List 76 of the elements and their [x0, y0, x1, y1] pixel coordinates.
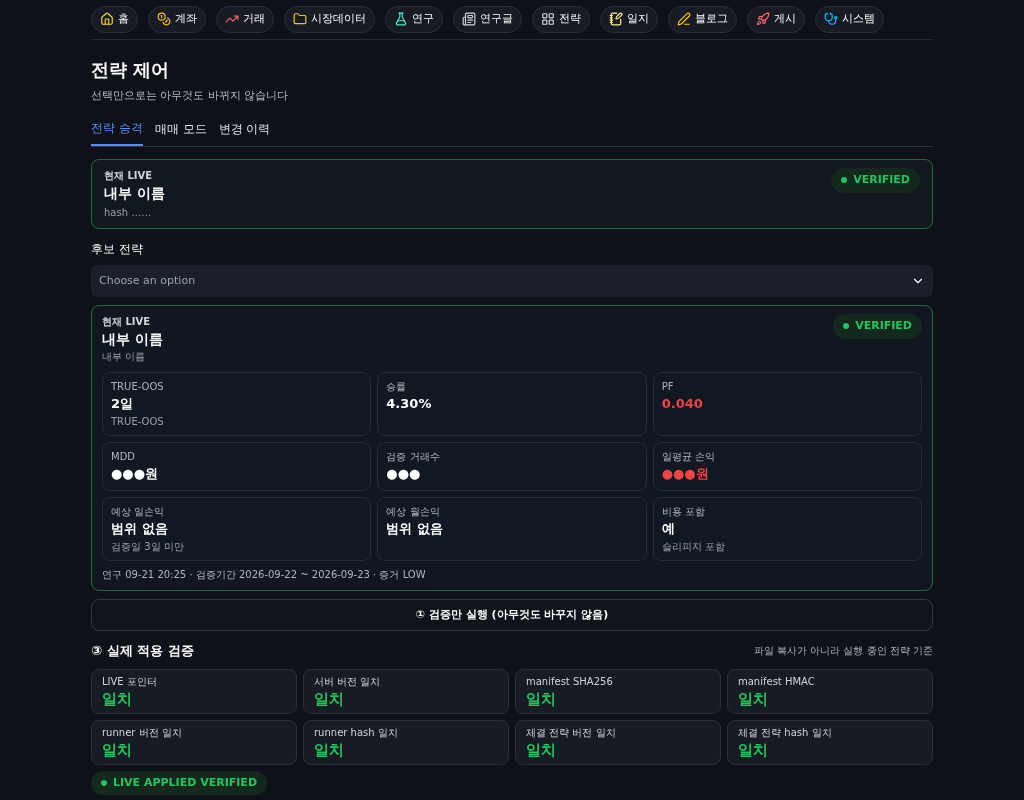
- nav-tab[interactable]: 거래: [216, 6, 274, 33]
- metric-value: 2일: [111, 395, 135, 413]
- nav-tab[interactable]: 계좌: [148, 6, 206, 33]
- metric-value: ●●●원: [111, 465, 160, 483]
- check-label: manifest HMAC: [738, 674, 816, 689]
- strategy-name: 내부 이름: [102, 330, 163, 349]
- metric-note: TRUE-OOS: [111, 415, 165, 429]
- metric-value: ●●●: [386, 465, 422, 483]
- metric-value: ●●●원: [661, 465, 710, 483]
- card-eyebrow: 현재 LIVE: [102, 315, 152, 329]
- metric-label: 예상 월손익: [386, 505, 441, 519]
- check-label: runner hash 일치: [314, 725, 399, 740]
- verify-button[interactable]: ① 검증만 실행 (아무것도 바꾸지 않음): [91, 599, 933, 631]
- metric-value: 범위 없음: [386, 520, 444, 538]
- check-label: LIVE 포인터: [102, 674, 158, 689]
- tab[interactable]: 매매 모드: [154, 120, 207, 146]
- folder-icon: [293, 12, 307, 27]
- hash-text: hash ……: [104, 206, 153, 220]
- verified-badge: VERIFIED: [831, 168, 920, 193]
- page-subtitle: 선택만으로는 아무것도 바뀌지 않습니다: [91, 87, 290, 104]
- metric-value: 예: [661, 520, 676, 538]
- evidence-footer: 연구 09-21 20:25 · 검증기간 2026-09-22 ~ 2026-09-23 · 증거 LOW: [102, 567, 922, 582]
- metric-label: TRUE-OOS: [111, 380, 165, 394]
- check-label: 체결 전략 hash 일치: [738, 725, 833, 740]
- memo-icon: [609, 12, 623, 27]
- metric-value: 범위 없음: [111, 520, 169, 538]
- nav-tab[interactable]: 전략: [532, 6, 590, 33]
- house-icon: [100, 12, 114, 27]
- check-value: 일치: [102, 688, 133, 709]
- check-value: 일치: [314, 739, 345, 760]
- nav-tab[interactable]: 일지: [600, 6, 658, 33]
- metric-label: 검증 거래수: [386, 450, 441, 464]
- nav-tab[interactable]: 게시: [747, 6, 805, 33]
- rocket-icon: [756, 12, 770, 27]
- metric-label: MDD: [111, 450, 137, 464]
- check-value: 일치: [526, 739, 557, 760]
- verified-badge: LIVE APPLIED VERIFIED: [91, 770, 267, 795]
- tab[interactable]: 변경 이력: [218, 120, 271, 146]
- metric-label: 일평균 손익: [661, 450, 716, 464]
- strategy-name: 내부 이름: [104, 184, 165, 203]
- strategy-detail: 내부 이름: [102, 350, 147, 364]
- check-label: 서버 버전 일치: [314, 674, 382, 689]
- field-label: 후보 전략: [91, 241, 144, 257]
- nav-tab[interactable]: 연구: [385, 6, 443, 33]
- tab[interactable]: 전략 승격: [91, 120, 143, 146]
- page-title: 전략 제어: [91, 57, 171, 82]
- check-value: 일치: [738, 739, 769, 760]
- nav-tab[interactable]: 시장데이터: [284, 6, 375, 33]
- metric-note: 슬리피지 포함: [661, 540, 726, 554]
- card-eyebrow: 현재 LIVE: [104, 169, 154, 183]
- check-value: 일치: [738, 688, 769, 709]
- verified-badge: VERIFIED: [833, 314, 922, 339]
- check-value: 일치: [526, 688, 557, 709]
- nav-tab[interactable]: 연구글: [453, 6, 522, 33]
- metric-label: 예상 일손익: [111, 505, 166, 519]
- check-label: runner 버전 일치: [102, 725, 183, 740]
- test-tube-icon: [394, 12, 408, 27]
- check-label: manifest SHA256: [526, 674, 614, 689]
- newspaper-icon: [462, 12, 476, 27]
- stethoscope-icon: [824, 12, 838, 27]
- metric-value: 4.30%: [386, 395, 433, 413]
- metric-label: 승률: [386, 380, 408, 394]
- nav-tab[interactable]: 홈: [91, 6, 138, 33]
- grid-icon: [541, 12, 555, 27]
- check-value: 일치: [314, 688, 345, 709]
- metric-note: 검증일 3일 미만: [111, 540, 185, 554]
- metric-label: 비용 포함: [661, 505, 706, 519]
- check-value: 일치: [102, 739, 133, 760]
- section-title: ③ 실제 적용 검증: [91, 642, 194, 660]
- nav-tab[interactable]: 시스템: [815, 6, 884, 33]
- nav-tab[interactable]: 블로그: [668, 6, 737, 33]
- section-note: 파일 복사가 아니라 실행 중인 전략 기준: [753, 644, 933, 659]
- strategy-select[interactable]: Choose an option: [91, 265, 933, 297]
- metric-label: PF: [661, 380, 675, 394]
- metric-value: 0.040: [661, 395, 704, 413]
- check-label: 체결 전략 버전 일치: [526, 725, 617, 740]
